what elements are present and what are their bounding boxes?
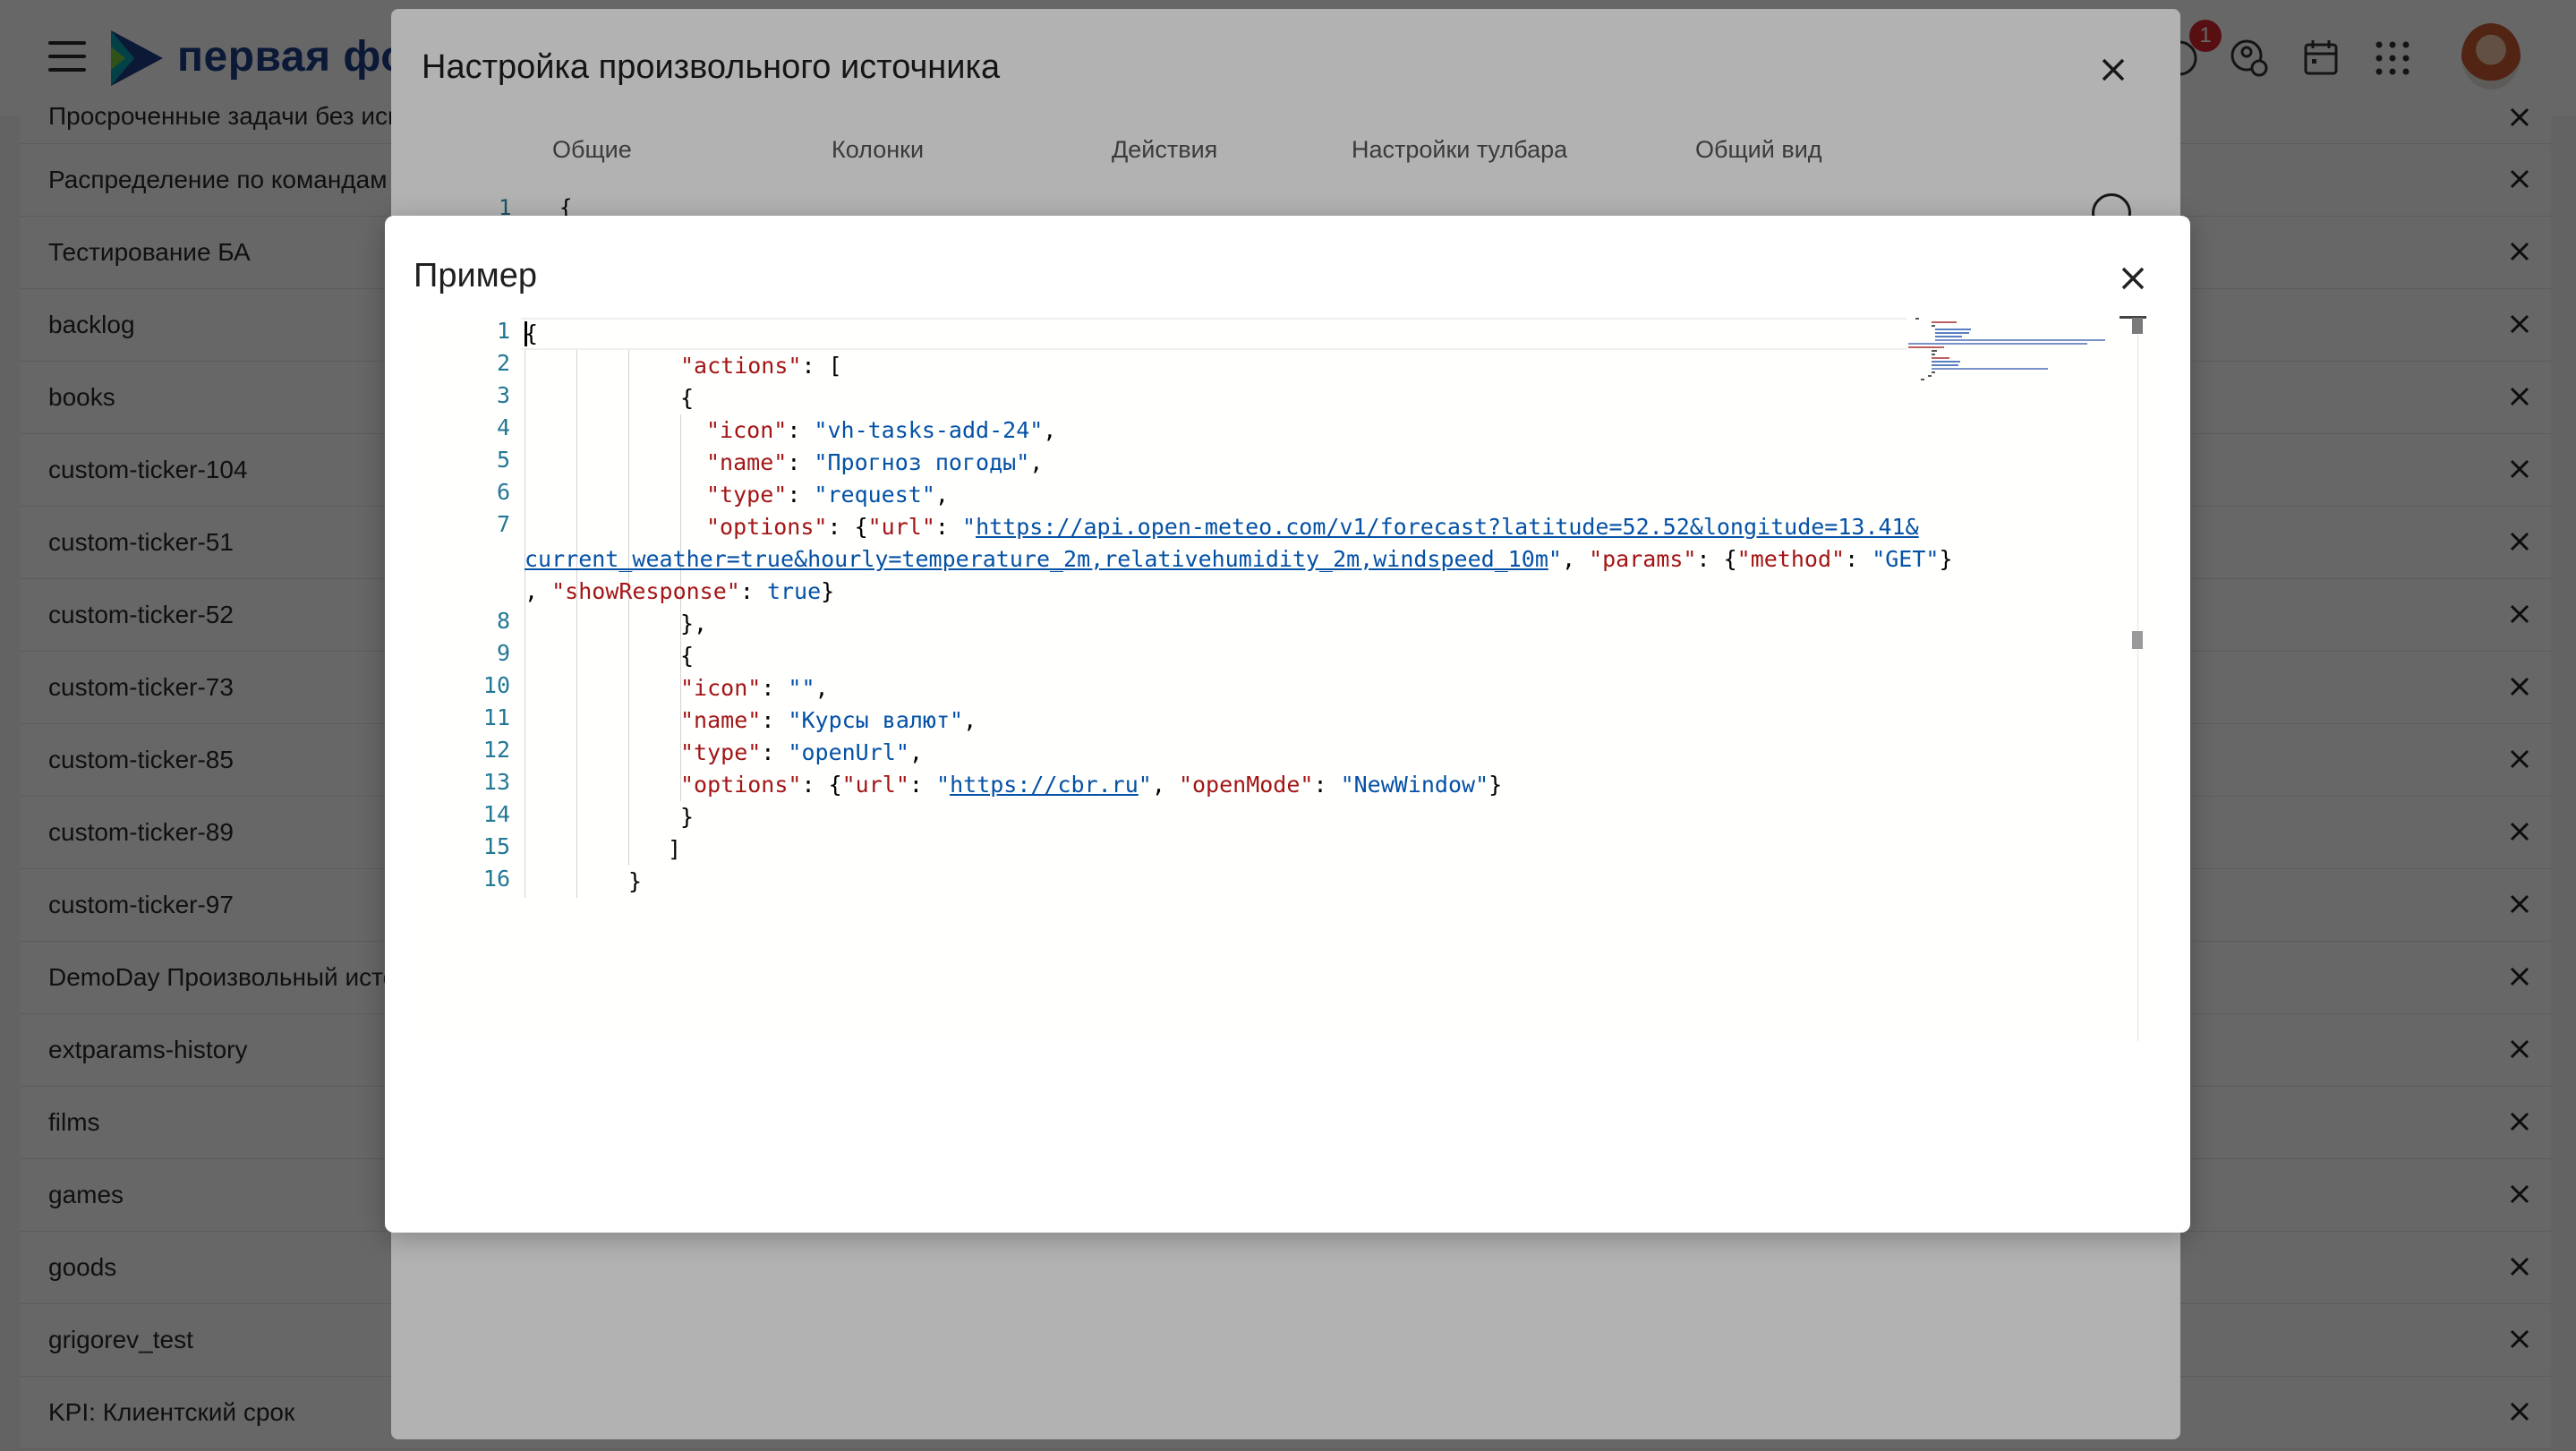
- line-number: 3: [496, 382, 510, 408]
- line-number: 2: [496, 350, 510, 376]
- code-line: "type": "request",: [706, 482, 949, 508]
- line-number: 1: [496, 318, 510, 344]
- code-line: ]: [668, 836, 682, 862]
- code-line: }: [628, 868, 643, 894]
- code-line: "icon": "vh-tasks-add-24",: [706, 417, 1057, 443]
- line-number: 14: [482, 801, 510, 827]
- current-line-highlight: [521, 318, 1906, 350]
- code-editor[interactable]: 1 2 3 4 5 6 7 8 9 10 11 12 13 14 15 16 {…: [421, 316, 2161, 1041]
- line-number: 8: [496, 608, 510, 634]
- close-icon[interactable]: [2115, 260, 2151, 296]
- minimap[interactable]: [1906, 316, 2112, 397]
- code-line: , "showResponse": true}: [525, 578, 835, 604]
- scrollbar[interactable]: [2137, 316, 2138, 1041]
- code-line: "options": {"url": "https://cbr.ru", "op…: [680, 772, 1503, 798]
- indent-guide: [628, 350, 629, 866]
- line-number: 4: [496, 414, 510, 440]
- code-line: "name": "Прогноз погоды",: [706, 449, 1044, 475]
- line-number: 10: [482, 672, 510, 698]
- code-line: {: [680, 643, 695, 669]
- url-link[interactable]: https://cbr.ru: [950, 772, 1139, 798]
- code-line: {: [680, 385, 695, 411]
- line-number: 9: [496, 640, 510, 666]
- line-number: 11: [482, 704, 510, 730]
- dialog-title: Пример: [414, 257, 538, 294]
- code-line: "actions": [: [680, 353, 842, 379]
- line-number: 15: [482, 833, 510, 859]
- indent-guide: [576, 350, 577, 898]
- code-line: current_weather=true&hourly=temperature_…: [525, 546, 1953, 572]
- code-line: }: [680, 804, 695, 830]
- code-line: "options": {"url": "https://api.open-met…: [706, 514, 1919, 540]
- code-line: "name": "Курсы валют",: [680, 707, 977, 733]
- scrollbar-marker: [2132, 631, 2143, 649]
- url-link[interactable]: current_weather=true&hourly=temperature_…: [525, 546, 1548, 572]
- code-line: },: [680, 610, 708, 636]
- line-number: 5: [496, 447, 510, 473]
- line-number: 12: [482, 737, 510, 763]
- code-line: "type": "openUrl",: [680, 739, 923, 765]
- code-line: "icon": "",: [680, 675, 829, 701]
- scrollbar-thumb[interactable]: [2132, 318, 2143, 334]
- text-cursor: [525, 321, 527, 346]
- example-dialog: Пример 1 2 3 4 5 6 7 8 9 10 11 12 13 14 …: [385, 216, 2190, 1233]
- line-number: 7: [496, 511, 510, 537]
- line-number: 16: [482, 866, 510, 892]
- url-link[interactable]: https://api.open-meteo.com/v1/forecast?l…: [976, 514, 1919, 540]
- line-number: 13: [482, 769, 510, 795]
- line-number: 6: [496, 479, 510, 505]
